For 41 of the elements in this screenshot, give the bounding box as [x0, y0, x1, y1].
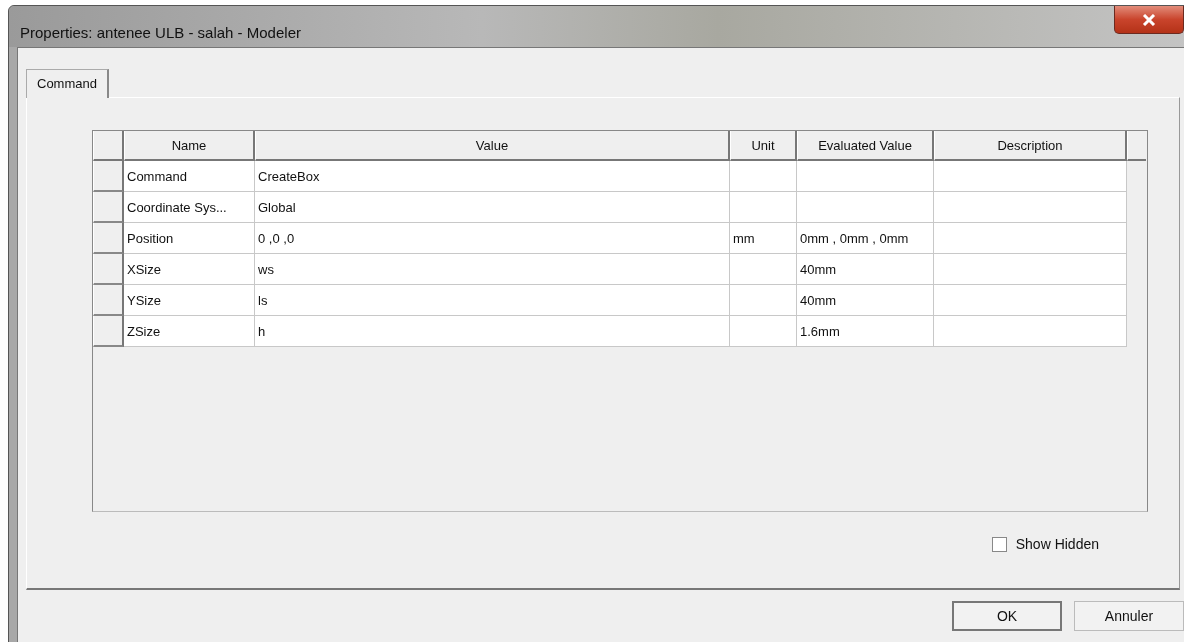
close-button[interactable] [1114, 6, 1184, 34]
table-cell [730, 316, 797, 347]
table-cell: 40mm [797, 254, 934, 285]
close-icon [1142, 13, 1156, 26]
table-cell: YSize [124, 285, 255, 316]
row-header[interactable] [93, 192, 124, 223]
column-header[interactable]: Unit [730, 131, 797, 161]
dialog-button[interactable]: Annuler [1074, 601, 1184, 631]
table-cell: Position [124, 223, 255, 254]
dialog-button[interactable]: OK [952, 601, 1062, 631]
column-header[interactable]: Name [124, 131, 255, 161]
table-cell: XSize [124, 254, 255, 285]
table-cell: Global [255, 192, 730, 223]
row-header[interactable] [93, 223, 124, 254]
table-cell: 0mm , 0mm , 0mm [797, 223, 934, 254]
table-cell [730, 285, 797, 316]
row-header[interactable] [93, 285, 124, 316]
table-cell: Command [124, 161, 255, 192]
table-cell: ls [255, 285, 730, 316]
table-cell [730, 192, 797, 223]
table-cell: h [255, 316, 730, 347]
table-cell: 0 ,0 ,0 [255, 223, 730, 254]
column-header[interactable]: Description [934, 131, 1127, 161]
table-cell: Coordinate Sys... [124, 192, 255, 223]
table-cell: ZSize [124, 316, 255, 347]
column-header[interactable]: Evaluated Value [797, 131, 934, 161]
row-header[interactable] [93, 254, 124, 285]
table-cell: 40mm [797, 285, 934, 316]
show-hidden-checkbox[interactable]: Show Hidden [991, 536, 1099, 552]
row-header[interactable] [93, 161, 124, 192]
table-cell: mm [730, 223, 797, 254]
window-title: Properties: antenee ULB - salah - Modeler [20, 24, 301, 41]
table-cell: CreateBox [255, 161, 730, 192]
checkbox-square[interactable] [991, 536, 1007, 552]
table-cell [730, 254, 797, 285]
column-header[interactable]: Value [255, 131, 730, 161]
table-cell [730, 161, 797, 192]
table-cell: ws [255, 254, 730, 285]
tab[interactable]: Command [26, 69, 109, 98]
row-header[interactable] [93, 316, 124, 347]
table-cell: 1.6mm [797, 316, 934, 347]
